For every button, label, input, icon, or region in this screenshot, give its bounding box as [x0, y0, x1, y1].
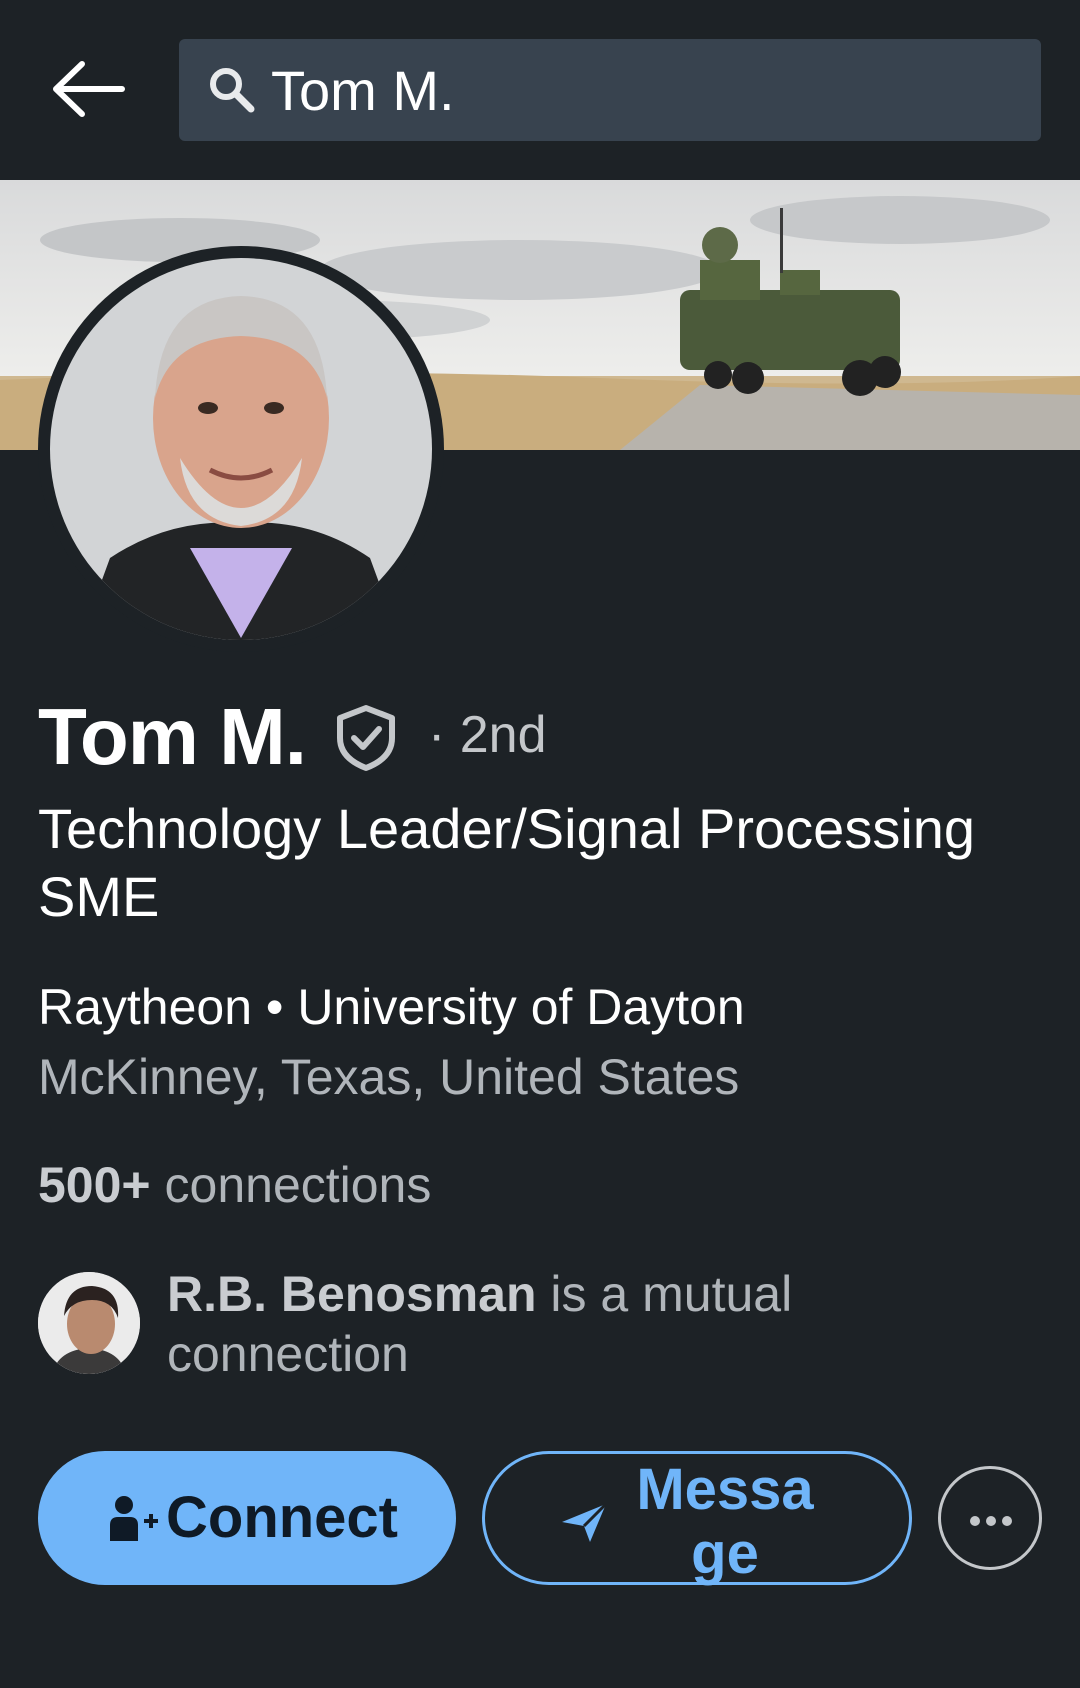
- profile-location: McKinney, Texas, United States: [38, 1049, 740, 1105]
- search-input[interactable]: Tom M.: [271, 61, 455, 121]
- search-icon: [210, 68, 255, 113]
- connections-label: connections: [150, 1157, 432, 1213]
- verified-shield-icon[interactable]: [334, 704, 398, 772]
- connections-number: 500+: [38, 1157, 151, 1213]
- message-button[interactable]: Message: [482, 1451, 912, 1586]
- search-bar[interactable]: Tom M.: [179, 39, 1041, 141]
- send-icon: [562, 1502, 608, 1542]
- connect-label: Connect: [166, 1485, 398, 1550]
- connection-degree: · 2nd: [428, 706, 547, 764]
- back-button[interactable]: [50, 58, 126, 120]
- message-label: Message: [636, 1457, 814, 1586]
- top-bar: Tom M.: [0, 0, 1080, 180]
- company-education[interactable]: Raytheon • University of Dayton: [38, 976, 745, 1038]
- mutual-connection-avatar[interactable]: [38, 1272, 140, 1374]
- back-arrow-icon: [53, 61, 125, 117]
- profile-photo[interactable]: [38, 246, 444, 652]
- connect-button[interactable]: Connect: [38, 1451, 456, 1585]
- connections-count[interactable]: 500+ connections: [38, 1155, 431, 1215]
- add-person-icon: [110, 1496, 158, 1541]
- more-options-button[interactable]: [938, 1466, 1042, 1570]
- mutual-connection-text[interactable]: R.B. Benosman is a mutual connection: [167, 1264, 867, 1384]
- profile-name: Tom M.: [38, 692, 307, 781]
- more-dots-icon: [970, 1516, 1012, 1526]
- profile-headline: Technology Leader/Signal Processing SME: [38, 797, 976, 928]
- mutual-connection-name: R.B. Benosman: [167, 1266, 537, 1322]
